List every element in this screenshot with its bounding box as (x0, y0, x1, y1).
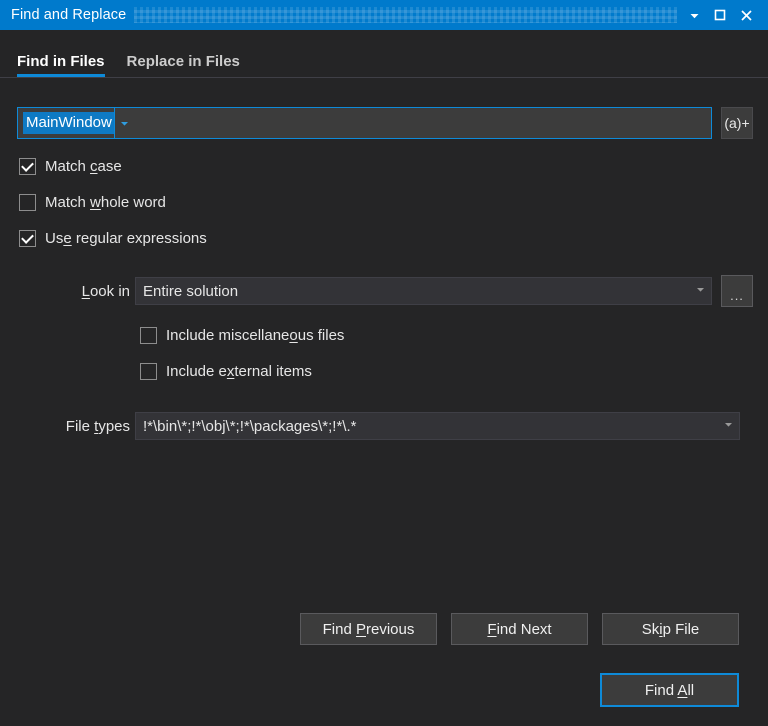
search-combobox[interactable]: MainWindow (17, 107, 712, 139)
button-label: Find Next (487, 621, 551, 638)
look-in-row: Look in Entire solution ... (49, 275, 753, 307)
checkbox-include-miscellaneous-files[interactable]: Include miscellaneous files (140, 327, 344, 344)
checkbox-label: Match whole word (45, 194, 166, 211)
look-in-dropdown-button[interactable] (689, 282, 711, 300)
look-in-combobox[interactable]: Entire solution (135, 277, 712, 305)
close-button[interactable] (733, 2, 759, 28)
titlebar-controls (681, 0, 768, 30)
dialog-body: MainWindow (a)+ Match case Match whole w… (0, 78, 768, 726)
find-and-replace-window: Find and Replace Find in Files Replace (0, 0, 768, 726)
checkbox-box[interactable] (140, 327, 157, 344)
button-label: Find Previous (323, 621, 415, 638)
chevron-down-icon (723, 417, 734, 435)
checkbox-label: Include external items (166, 363, 312, 380)
tabstrip: Find in Files Replace in Files (0, 30, 768, 78)
checkbox-box[interactable] (140, 363, 157, 380)
checkbox-label: Include miscellaneous files (166, 327, 344, 344)
search-dropdown-button[interactable] (114, 108, 135, 138)
titlebar: Find and Replace (0, 0, 768, 30)
find-next-button[interactable]: Find Next (451, 613, 588, 645)
chevron-down-icon (119, 118, 130, 129)
checkbox-match-case[interactable]: Match case (19, 158, 122, 175)
window-title: Find and Replace (0, 7, 134, 23)
regex-builder-button[interactable]: (a)+ (721, 107, 753, 139)
chevron-down-icon (695, 282, 706, 300)
titlebar-grip (134, 7, 677, 23)
button-label: Skip File (642, 621, 700, 638)
search-row: MainWindow (a)+ (17, 107, 753, 139)
search-input-value[interactable]: MainWindow (23, 112, 114, 134)
file-types-dropdown-button[interactable] (717, 417, 739, 435)
checkbox-include-external-items[interactable]: Include external items (140, 363, 312, 380)
checkbox-label: Match case (45, 158, 122, 175)
file-types-combobox[interactable]: !*\bin\*;!*\obj\*;!*\packages\*;!*\.* (135, 412, 740, 440)
button-label: Find All (645, 682, 694, 699)
skip-file-button[interactable]: Skip File (602, 613, 739, 645)
look-in-label: Look in (49, 283, 130, 300)
checkbox-match-whole-word[interactable]: Match whole word (19, 194, 166, 211)
close-icon (739, 8, 754, 23)
maximize-button[interactable] (707, 2, 733, 28)
find-previous-button[interactable]: Find Previous (300, 613, 437, 645)
file-types-label: File types (49, 418, 130, 435)
tab-find-in-files[interactable]: Find in Files (17, 53, 105, 77)
checkbox-box[interactable] (19, 158, 36, 175)
checkbox-label: Use regular expressions (45, 230, 207, 247)
look-in-value: Entire solution (136, 283, 689, 300)
checkbox-box[interactable] (19, 230, 36, 247)
window-dropdown-button[interactable] (681, 2, 707, 28)
file-types-value[interactable]: !*\bin\*;!*\obj\*;!*\packages\*;!*\.* (136, 418, 717, 435)
tab-replace-in-files[interactable]: Replace in Files (127, 53, 240, 77)
find-all-button[interactable]: Find All (600, 673, 739, 707)
chevron-down-icon (688, 9, 701, 22)
maximize-icon (713, 8, 727, 22)
file-types-row: File types !*\bin\*;!*\obj\*;!*\packages… (49, 412, 740, 440)
checkbox-box[interactable] (19, 194, 36, 211)
checkbox-use-regular-expressions[interactable]: Use regular expressions (19, 230, 207, 247)
browse-button[interactable]: ... (721, 275, 753, 307)
